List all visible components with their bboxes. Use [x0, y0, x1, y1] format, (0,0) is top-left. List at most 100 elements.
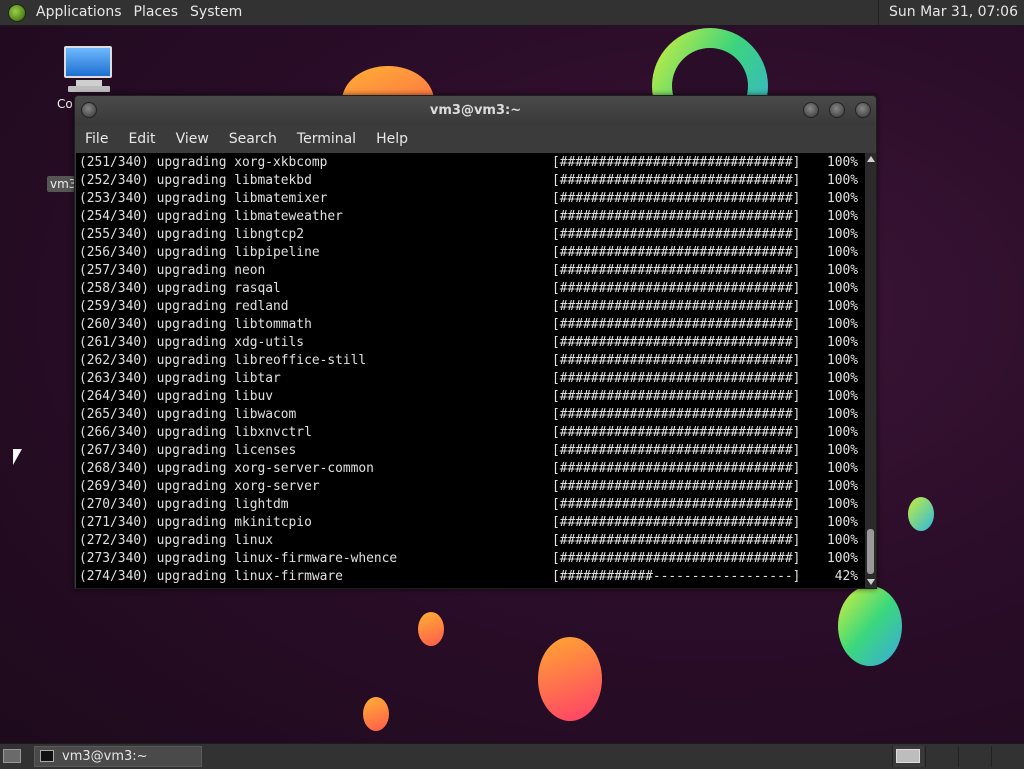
- progress-percent: 100%: [826, 353, 858, 368]
- terminal-line: (266/340) upgrading libxnvctrl [#########…: [79, 424, 865, 442]
- bottom-panel: vm3@vm3:~: [0, 743, 1024, 769]
- progress-percent: 100%: [826, 317, 858, 332]
- window-titlebar[interactable]: vm3@vm3:~: [75, 96, 876, 125]
- menu-help[interactable]: Help: [366, 125, 418, 153]
- terminal-line: (262/340) upgrading libreoffice-still [##…: [79, 352, 865, 370]
- maximize-button[interactable]: [829, 102, 845, 118]
- package-progress-text: (258/340) upgrading rasqal: [79, 281, 281, 296]
- package-progress-text: (274/340) upgrading linux-firmware: [79, 569, 343, 584]
- menu-applications[interactable]: Applications: [30, 0, 128, 25]
- terminal-line: (267/340) upgrading licenses [###########…: [79, 442, 865, 460]
- top-panel: Applications Places System Sun Mar 31, 0…: [0, 0, 1024, 26]
- terminal-line: (255/340) upgrading libngtcp2 [##########…: [79, 226, 865, 244]
- package-progress-text: (263/340) upgrading libtar: [79, 371, 281, 386]
- package-progress-text: (264/340) upgrading libuv: [79, 389, 274, 404]
- wallpaper-orange-blob: [363, 697, 389, 731]
- progress-percent: 100%: [826, 245, 858, 260]
- progress-percent: 100%: [826, 407, 858, 422]
- progress-percent: 42%: [834, 569, 858, 584]
- terminal-line: (264/340) upgrading libuv [##############…: [79, 388, 865, 406]
- terminal-line: (268/340) upgrading xorg-server-common [#…: [79, 460, 865, 478]
- scroll-up-arrow-icon[interactable]: [867, 156, 875, 162]
- terminal-line: (270/340) upgrading lightdm [############…: [79, 496, 865, 514]
- terminal-line: (261/340) upgrading xdg-utils [##########…: [79, 334, 865, 352]
- package-progress-text: (253/340) upgrading libmatemixer: [79, 191, 328, 206]
- terminal-line: (253/340) upgrading libmatemixer [#######…: [79, 190, 865, 208]
- menu-view[interactable]: View: [166, 125, 219, 153]
- wallpaper-green-blob: [908, 497, 934, 531]
- terminal-window: vm3@vm3:~ File Edit View Search Terminal…: [74, 95, 877, 589]
- taskbar-button-terminal[interactable]: vm3@vm3:~: [34, 746, 202, 767]
- terminal-line: (263/340) upgrading libtar [#############…: [79, 370, 865, 388]
- progress-percent: 100%: [826, 173, 858, 188]
- show-desktop-icon[interactable]: [3, 749, 21, 763]
- progress-bar-text: [##############################]: [552, 263, 801, 278]
- package-progress-text: (254/340) upgrading libmateweather: [79, 209, 343, 224]
- scrollbar-thumb[interactable]: [867, 529, 874, 574]
- top-menu: Applications Places System: [30, 0, 248, 25]
- terminal-line: (273/340) upgrading linux-firmware-whenc…: [79, 550, 865, 568]
- package-progress-text: (265/340) upgrading libwacom: [79, 407, 297, 422]
- progress-bar-text: [##############################]: [552, 425, 801, 440]
- menu-system[interactable]: System: [184, 0, 248, 25]
- panel-clock[interactable]: Sun Mar 31, 07:06: [877, 0, 1024, 25]
- progress-percent: 100%: [826, 551, 858, 566]
- package-progress-text: (273/340) upgrading linux-firmware-whenc…: [79, 551, 398, 566]
- menu-file[interactable]: File: [75, 125, 118, 153]
- progress-bar-text: [##############################]: [552, 353, 801, 368]
- progress-percent: 100%: [826, 281, 858, 296]
- package-progress-text: (269/340) upgrading xorg-server: [79, 479, 320, 494]
- terminal-line: (269/340) upgrading xorg-server [########…: [79, 478, 865, 496]
- progress-bar-text: [##############################]: [552, 209, 801, 224]
- terminal-line: (258/340) upgrading rasqal [#############…: [79, 280, 865, 298]
- workspace-4[interactable]: [991, 746, 1023, 767]
- wallpaper-green-blob: [838, 586, 902, 666]
- computer-icon[interactable]: [64, 46, 112, 94]
- progress-percent: 100%: [826, 443, 858, 458]
- menu-edit[interactable]: Edit: [118, 125, 165, 153]
- computer-icon-label[interactable]: Co: [57, 97, 73, 111]
- progress-bar-text: [##############################]: [552, 191, 801, 206]
- workspace-3[interactable]: [958, 746, 990, 767]
- progress-percent: 100%: [826, 155, 858, 170]
- scroll-down-arrow-icon[interactable]: [867, 579, 875, 585]
- window-title: vm3@vm3:~: [429, 103, 522, 118]
- progress-bar-text: [##############################]: [552, 317, 801, 332]
- progress-percent: 100%: [826, 425, 858, 440]
- progress-percent: 100%: [826, 497, 858, 512]
- terminal-line: (272/340) upgrading linux [##############…: [79, 532, 865, 550]
- package-progress-text: (256/340) upgrading libpipeline: [79, 245, 320, 260]
- minimize-button[interactable]: [803, 102, 819, 118]
- progress-bar-text: [##############################]: [552, 461, 801, 476]
- terminal-lines: (251/340) upgrading xorg-xkbcomp [#######…: [76, 153, 865, 586]
- terminal-line: (271/340) upgrading mkinitcpio [#########…: [79, 514, 865, 532]
- terminal-line: (251/340) upgrading xorg-xkbcomp [#######…: [79, 154, 865, 172]
- close-button[interactable]: [855, 102, 871, 118]
- package-progress-text: (262/340) upgrading libreoffice-still: [79, 353, 367, 368]
- progress-bar-text: [##############################]: [552, 173, 801, 188]
- progress-percent: 100%: [826, 209, 858, 224]
- package-progress-text: (271/340) upgrading mkinitcpio: [79, 515, 312, 530]
- terminal-output[interactable]: (251/340) upgrading xorg-xkbcomp [#######…: [76, 153, 865, 588]
- progress-bar-text: [##############################]: [552, 551, 801, 566]
- menu-terminal[interactable]: Terminal: [287, 125, 366, 153]
- terminal-line: (265/340) upgrading libwacom [###########…: [79, 406, 865, 424]
- workspace-window-preview: [896, 749, 920, 763]
- terminal-menubar: File Edit View Search Terminal Help: [75, 125, 876, 153]
- progress-bar-text: [##############################]: [552, 371, 801, 386]
- mate-logo-icon[interactable]: [8, 3, 26, 22]
- package-progress-text: (259/340) upgrading redland: [79, 299, 289, 314]
- menu-places[interactable]: Places: [128, 0, 185, 25]
- progress-percent: 100%: [826, 461, 858, 476]
- package-progress-text: (268/340) upgrading xorg-server-common: [79, 461, 374, 476]
- progress-bar-text: [##############################]: [552, 497, 801, 512]
- menu-search[interactable]: Search: [219, 125, 287, 153]
- taskbar-button-label: vm3@vm3:~: [62, 749, 148, 764]
- package-progress-text: (260/340) upgrading libtommath: [79, 317, 312, 332]
- workspace-2[interactable]: [925, 746, 957, 767]
- progress-bar-text: [##############################]: [552, 533, 801, 548]
- terminal-scrollbar[interactable]: [865, 153, 876, 588]
- workspace-1[interactable]: [892, 746, 924, 767]
- progress-percent: 100%: [826, 299, 858, 314]
- terminal-line: (252/340) upgrading libmatekbd [#########…: [79, 172, 865, 190]
